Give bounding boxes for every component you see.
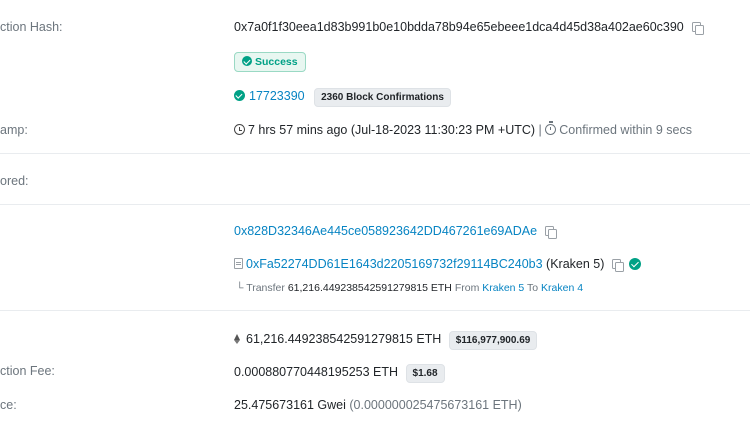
to-address-name: (Kraken 5): [546, 257, 605, 271]
tx-hash-value[interactable]: 0x7a0f1f30eea1d83b991b0e10bdda78b94e65eb…: [234, 20, 684, 34]
fee-usd-badge: $1.68: [405, 364, 445, 383]
status-text: Success: [255, 56, 298, 68]
gas-price-row: 25.475673161 Gwei (0.000000025475673161 …: [234, 398, 522, 412]
status-badge: Success: [234, 52, 306, 72]
fee-row: 0.000880770448195253 ETH $1.68: [234, 364, 445, 383]
gas-price-eth: (0.000000025475673161 ETH): [349, 398, 522, 412]
timestamp-label: amp:: [0, 123, 28, 137]
timestamp-separator: |: [538, 123, 542, 137]
transfer-from-link[interactable]: Kraken 5: [482, 282, 524, 294]
internal-transfer-row: └ Transfer 61,216.449238542591279815 ETH…: [236, 282, 583, 294]
copy-icon[interactable]: [691, 22, 704, 35]
value-usd-badge: $116,977,900.69: [448, 331, 538, 350]
tx-hash-row: 0x7a0f1f30eea1d83b991b0e10bdda78b94e65eb…: [234, 20, 704, 35]
fee-eth: 0.000880770448195253 ETH: [234, 365, 399, 379]
transfer-to-word: To: [527, 282, 539, 294]
section-divider: [0, 153, 750, 154]
value-row: 61,216.449238542591279815 ETH $116,977,9…: [234, 331, 538, 350]
to-address-link[interactable]: 0xFa52274DD61E1643d2205169732f29114BC240…: [246, 257, 543, 271]
confirmed-within-text: Confirmed within 9 secs: [559, 123, 692, 137]
confirmations-badge: 2360 Block Confirmations: [314, 88, 451, 107]
block-row: 17723390 2360 Block Confirmations: [234, 88, 451, 107]
check-circle-icon: [234, 90, 245, 101]
copy-icon[interactable]: [545, 226, 558, 239]
timestamp-value: 7 hrs 57 mins ago (Jul-18-2023 11:30:23 …: [248, 123, 536, 137]
from-address-link[interactable]: 0x828D32346Ae445ce058923642DD467261e69AD…: [234, 224, 537, 238]
section-divider: [0, 204, 750, 205]
ethereum-icon: [234, 334, 240, 344]
transfer-amount: 61,216.449238542591279815 ETH: [287, 282, 452, 294]
transfer-to-link[interactable]: Kraken 4: [541, 282, 583, 294]
timer-icon: [545, 121, 557, 135]
sponsored-label: ored:: [0, 174, 29, 188]
transfer-arrow-icon: └: [236, 282, 244, 294]
verified-check-icon: [629, 258, 642, 270]
block-number-link[interactable]: 17723390: [249, 89, 305, 103]
tx-hash-label: ction Hash:: [0, 20, 63, 34]
check-circle-icon: [242, 56, 252, 66]
transfer-from-word: From: [454, 282, 480, 294]
section-divider: [0, 310, 750, 311]
copy-icon[interactable]: [612, 259, 625, 272]
from-row: 0x828D32346Ae445ce058923642DD467261e69AD…: [234, 224, 558, 239]
fee-label: ction Fee:: [0, 364, 55, 378]
clock-icon: [234, 124, 245, 135]
value-eth: 61,216.449238542591279815 ETH: [246, 332, 442, 346]
status-row: Success: [234, 52, 306, 72]
gas-price-gwei: 25.475673161 Gwei: [234, 398, 346, 412]
gas-price-label: ce:: [0, 398, 17, 412]
transfer-prefix: Transfer: [246, 282, 285, 294]
to-row: 0xFa52274DD61E1643d2205169732f29114BC240…: [234, 257, 642, 272]
timestamp-row: 7 hrs 57 mins ago (Jul-18-2023 11:30:23 …: [234, 121, 692, 137]
contract-icon: [234, 258, 243, 269]
